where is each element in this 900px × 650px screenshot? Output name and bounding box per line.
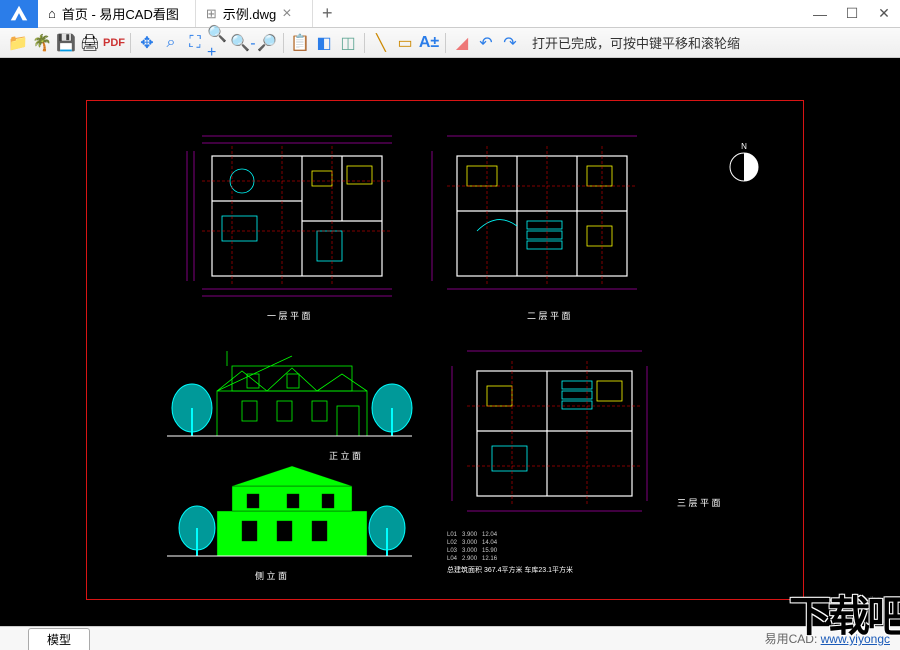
app-logo-icon [0,0,38,28]
measure-line-icon[interactable]: ╲ [369,31,393,55]
maximize-button[interactable]: ☐ [836,0,868,27]
separator [364,33,365,53]
separator [130,33,131,53]
pan-icon[interactable]: ✥ [135,31,159,55]
minimize-button[interactable]: — [804,0,836,27]
floorplan-2 [427,131,652,301]
close-tab-icon[interactable]: × [282,5,296,23]
svg-text:N: N [741,142,747,151]
footer-link[interactable]: www.yiyongc [821,632,890,646]
toolbar: 📁 🌴 💾 🖨 PDF ✥ ⌕ ⛶ 🔍+ 🔍- 🔎 📋 ◧ ◫ ╲ ▭ A± ◢… [0,28,900,58]
layers-icon[interactable]: 📋 [288,31,312,55]
print-icon[interactable]: 🖨 [78,31,102,55]
status-message: 打开已完成，可按中键平移和滚轮缩 [532,33,740,52]
floorplan-3-label: 三 层 平 面 [677,496,721,509]
compass-icon: N [725,141,763,189]
floorplan-1 [182,131,407,301]
window-controls: — ☐ ✕ [804,0,900,27]
home-icon: ⌂ [48,6,56,21]
new-tab-button[interactable]: + [313,0,341,27]
legend-block: L01 3.900 12.04L02 3.000 14.04L03 3.000 … [447,531,497,563]
drawing-canvas[interactable]: 一 层 平 面 [0,58,900,626]
floorplan-1-label: 一 层 平 面 [267,309,311,322]
area-text: 总建筑面积 367.4平方米 车库23.1平方米 [447,566,573,576]
undo-icon[interactable]: ↶ [474,31,498,55]
tab-home[interactable]: ⌂ 首页 - 易用CAD看图 [38,0,196,27]
save-icon[interactable]: 💾 [54,31,78,55]
elevation-1 [147,336,427,446]
pdf-icon[interactable]: PDF [102,31,126,55]
zoom-window-icon[interactable]: ⌕ [159,31,183,55]
zoom-all-icon[interactable]: 🔎 [255,31,279,55]
footer: 模型 易用CAD: www.yiyongc [0,626,900,650]
3d-icon[interactable]: ◫ [336,31,360,55]
zoom-extents-icon[interactable]: ⛶ [183,31,207,55]
footer-brand: 易用CAD: www.yiyongc [765,630,890,647]
tab-home-label: 首页 - 易用CAD看图 [62,4,179,23]
floorplan-3 [447,346,657,521]
separator [445,33,446,53]
grid-icon: ⊞ [206,6,217,22]
cube-icon[interactable]: ◧ [312,31,336,55]
close-window-button[interactable]: ✕ [868,0,900,27]
drawing-border: 一 层 平 面 [86,100,804,600]
open-file-icon[interactable]: 📁 [6,31,30,55]
model-tab[interactable]: 模型 [28,628,90,650]
zoom-out-icon[interactable]: 🔍- [231,31,255,55]
redo-icon[interactable]: ↷ [498,31,522,55]
separator [283,33,284,53]
tab-file-label: 示例.dwg [223,4,276,23]
palm-icon[interactable]: 🌴 [30,31,54,55]
text-icon[interactable]: A± [417,31,441,55]
elevation-2-label: 侧 立 面 [255,569,287,582]
elevation-2 [147,456,427,566]
titlebar: ⌂ 首页 - 易用CAD看图 ⊞ 示例.dwg × + — ☐ ✕ [0,0,900,28]
erase-icon[interactable]: ◢ [450,31,474,55]
zoom-in-icon[interactable]: 🔍+ [207,31,231,55]
floorplan-2-label: 二 层 平 面 [527,309,571,322]
watermark-url: www.xiazaiba.com [832,595,898,604]
measure-rect-icon[interactable]: ▭ [393,31,417,55]
